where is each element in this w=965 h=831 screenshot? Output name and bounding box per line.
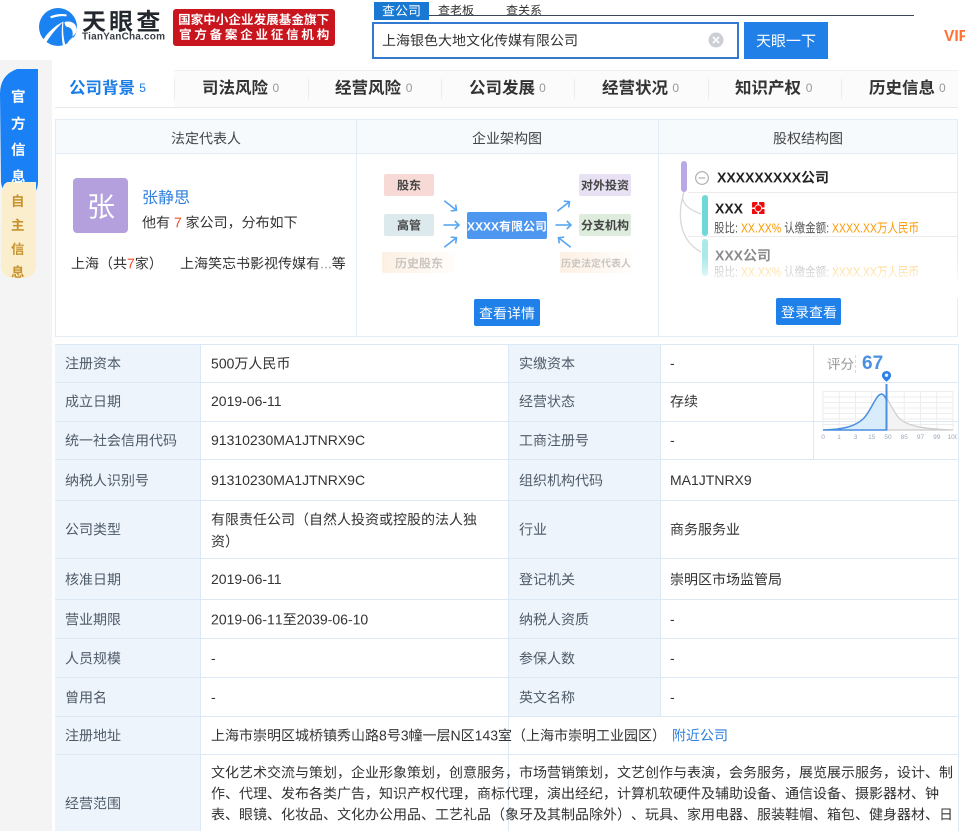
svg-text:100: 100: [948, 434, 957, 441]
svg-text:97: 97: [917, 434, 925, 441]
svg-text:0: 0: [821, 434, 825, 441]
svg-text:99: 99: [933, 434, 941, 441]
svg-text:1: 1: [837, 434, 841, 441]
svg-text:50: 50: [884, 434, 892, 441]
svg-text:15: 15: [868, 434, 876, 441]
svg-text:85: 85: [901, 434, 909, 441]
svg-text:3: 3: [854, 434, 858, 441]
